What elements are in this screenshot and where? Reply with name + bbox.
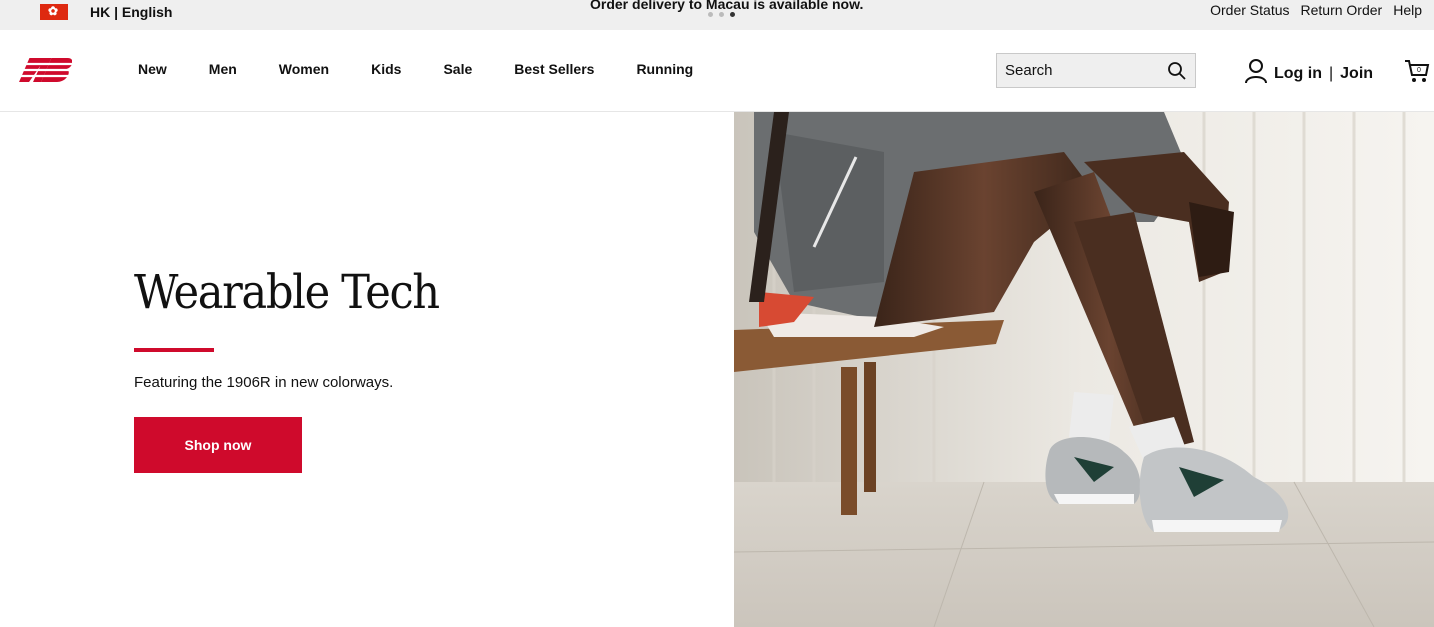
hero-title: Wearable Tech [134,265,440,320]
nav-item-new[interactable]: New [138,61,167,77]
account-separator: | [1328,64,1334,82]
main-header: New Men Women Kids Sale Best Sellers Run… [0,30,1434,112]
svg-text:0: 0 [1417,67,1421,74]
hero-image[interactable] [734,112,1434,627]
search-icon[interactable] [1167,61,1187,81]
brand-logo[interactable] [16,56,73,89]
nav-item-women[interactable]: Women [279,61,329,77]
nav-item-running[interactable]: Running [636,61,693,77]
carousel-dot-active[interactable] [730,12,735,17]
locale-selector[interactable]: HK | English [40,3,173,20]
nav-item-best-sellers[interactable]: Best Sellers [514,61,594,77]
login-link[interactable]: Log in [1274,65,1322,83]
nb-logo-icon [16,58,73,82]
join-link[interactable]: Join [1340,65,1373,83]
promo-carousel-dots [708,12,735,17]
hero-photo-illustration [734,112,1434,627]
main-nav: New Men Women Kids Sale Best Sellers Run… [138,61,735,77]
hero-subtitle: Featuring the 1906R in new colorways. [134,374,394,391]
order-status-link[interactable]: Order Status [1210,2,1289,18]
account-links: Log in | Join [1244,58,1373,89]
help-link[interactable]: Help [1393,2,1422,18]
nav-item-sale[interactable]: Sale [443,61,472,77]
utility-links: Order Status Return Order Help [1210,2,1422,18]
promo-message: Order delivery to Macau is available now… [590,0,864,12]
search-box [996,53,1196,88]
search-input[interactable] [997,62,1157,79]
user-icon[interactable] [1244,58,1268,89]
shop-now-button[interactable]: Shop now [134,417,302,473]
nav-item-kids[interactable]: Kids [371,61,401,77]
hong-kong-flag-icon [40,3,68,20]
utility-bar: HK | English Order delivery to Macau is … [0,0,1434,30]
locale-label: HK | English [90,4,173,20]
hero-content: Wearable Tech Featuring the 1906R in new… [0,112,734,627]
carousel-dot[interactable] [719,12,724,17]
cart-icon[interactable]: 0 [1404,58,1430,89]
hero-accent-rule [134,348,214,352]
carousel-dot[interactable] [708,12,713,17]
return-order-link[interactable]: Return Order [1301,2,1383,18]
nav-item-men[interactable]: Men [209,61,237,77]
